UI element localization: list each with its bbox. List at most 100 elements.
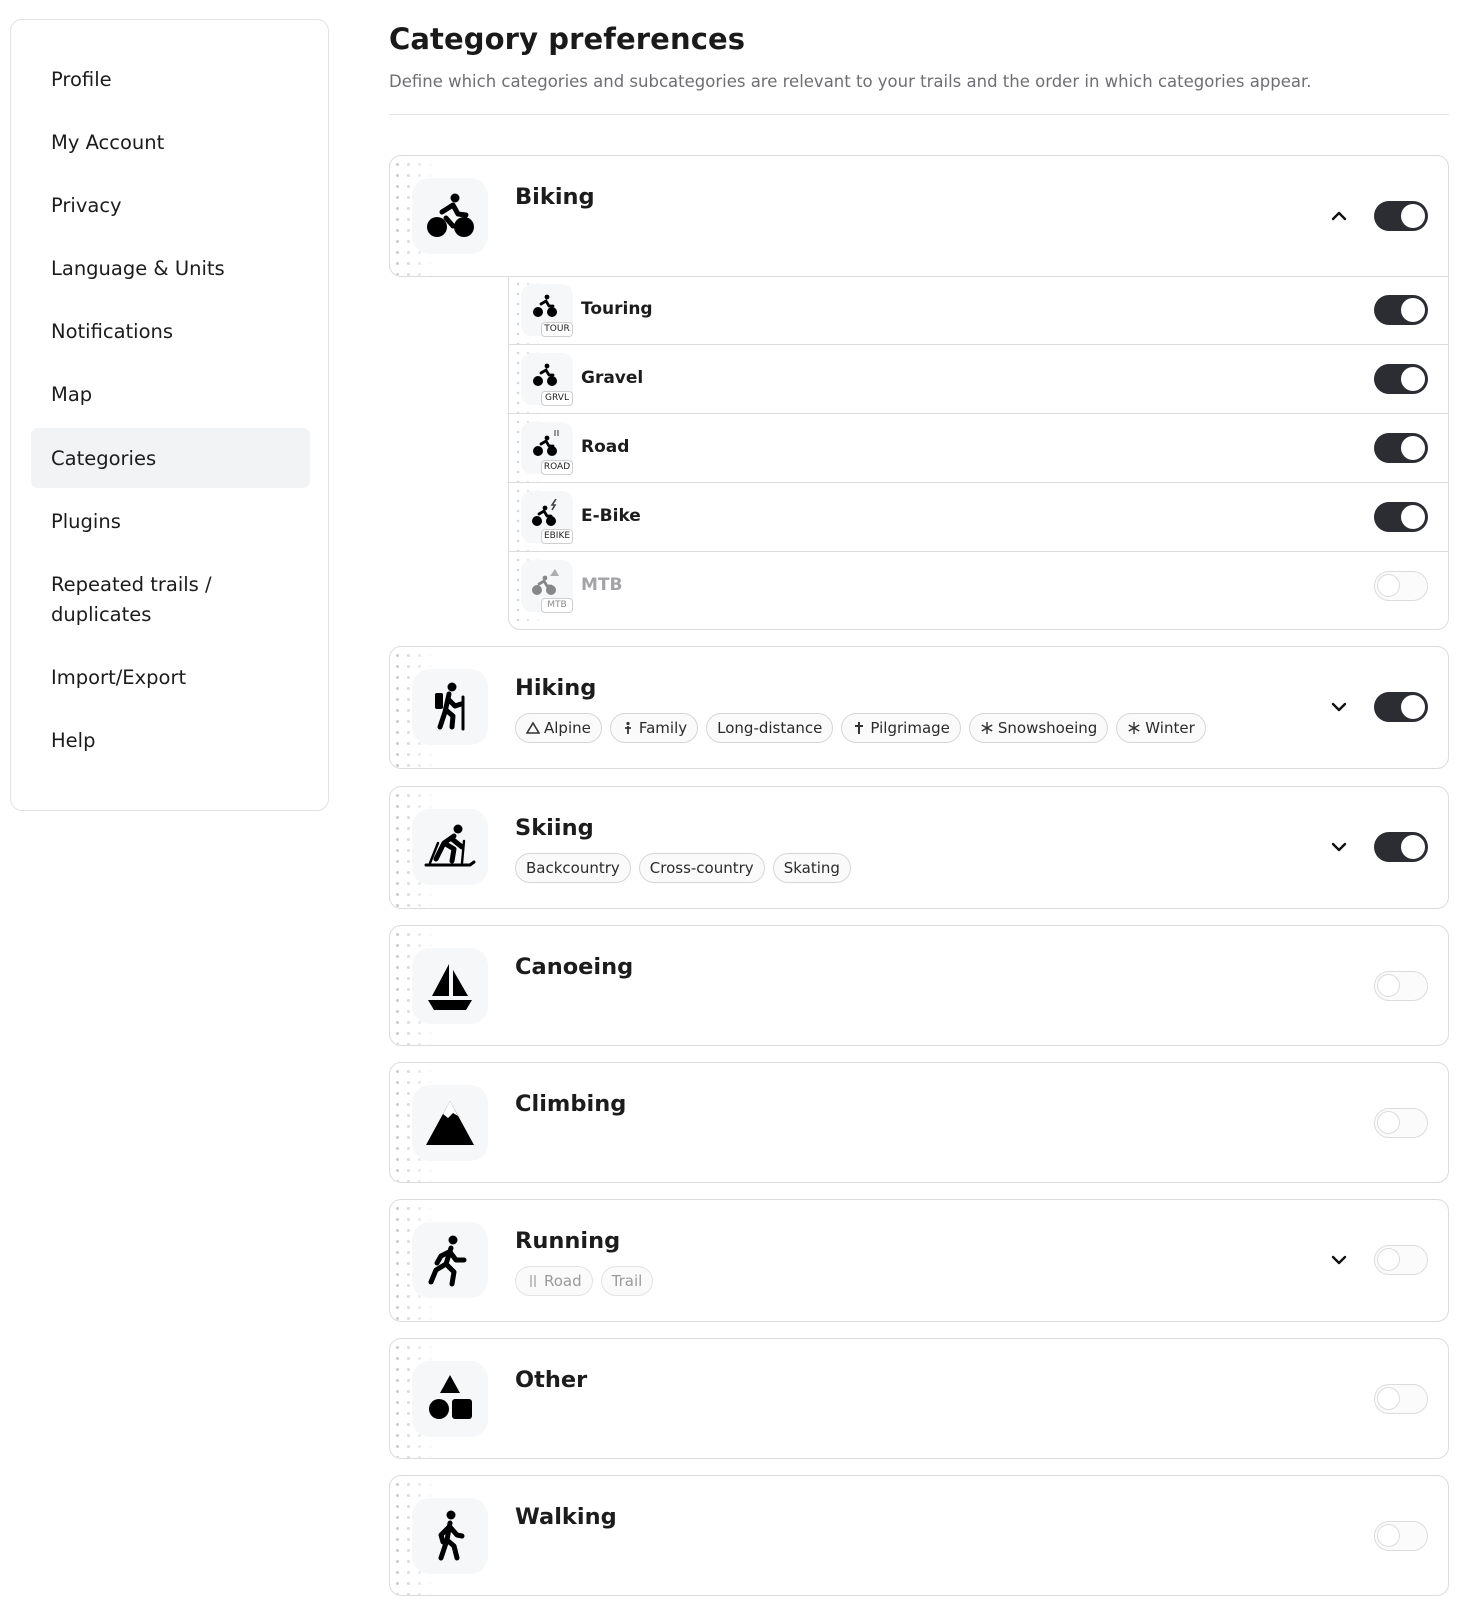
road-icon — [530, 1275, 536, 1287]
subcategory-badge: GRVL — [541, 391, 573, 406]
subcategory-badge: EBIKE — [541, 529, 573, 544]
chip-alpine: Alpine — [515, 713, 602, 743]
subcategory-name: Touring — [581, 299, 653, 319]
chip-cross-country: Cross-country — [638, 853, 765, 883]
sidebar-item-my-account[interactable]: My Account — [31, 111, 310, 174]
sidebar-item-label: Map — [51, 383, 93, 406]
sidebar-item-label: Help — [51, 729, 96, 752]
category-toggle[interactable] — [1374, 1521, 1428, 1551]
sidebar-item-profile[interactable]: Profile — [31, 48, 310, 111]
sidebar-item-privacy[interactable]: Privacy — [31, 174, 310, 237]
subcategory-badge: ROAD — [541, 460, 573, 475]
sidebar-item-label: Repeated trails / duplicates — [51, 572, 212, 626]
settings-sidebar: Profile My Account Privacy Language & Un… — [10, 19, 329, 811]
subcategory-row-ebike: EBIKE E-Bike — [509, 483, 1448, 552]
bike-icon — [412, 178, 488, 254]
chip-snowshoeing: Snowshoeing — [968, 713, 1109, 743]
subcategory-name: Road — [581, 437, 630, 457]
sidebar-item-help[interactable]: Help — [31, 709, 310, 772]
sailboat-icon — [412, 948, 488, 1024]
sidebar-item-label: Categories — [51, 446, 157, 470]
category-card-other: Other — [389, 1338, 1449, 1459]
chip-trail: Trail — [600, 1266, 654, 1296]
subcategory-row-gravel: GRVL Gravel — [509, 345, 1448, 414]
snowflake-icon — [1128, 722, 1140, 734]
subcategory-badge: TOUR — [541, 322, 573, 337]
subcategory-list-biking: TOUR Touring GRVL Gravel ROAD Road EBIKE… — [508, 276, 1449, 630]
subcategory-toggle[interactable] — [1374, 433, 1428, 463]
subcategory-chips: Backcountry Cross-country Skating — [515, 853, 851, 883]
chip-pilgrimage: Pilgrimage — [841, 713, 961, 743]
subcategory-toggle[interactable] — [1374, 364, 1428, 394]
category-toggle[interactable] — [1374, 1245, 1428, 1275]
walker-icon — [412, 1498, 488, 1574]
sidebar-item-label: Privacy — [51, 194, 122, 217]
subcategory-chips: Road Trail — [515, 1266, 654, 1296]
sidebar-item-map[interactable]: Map — [31, 363, 310, 426]
sidebar-item-categories[interactable]: Categories — [31, 428, 310, 488]
category-card-climbing: Climbing — [389, 1062, 1449, 1183]
chip-long-distance: Long-distance — [706, 713, 834, 743]
chevron-down-icon[interactable] — [1327, 1248, 1351, 1272]
sidebar-item-plugins[interactable]: Plugins — [31, 490, 310, 553]
chevron-down-icon[interactable] — [1327, 695, 1351, 719]
category-name: Running — [515, 1228, 621, 1254]
category-card-canoeing: Canoeing — [389, 925, 1449, 1046]
category-name: Other — [515, 1367, 588, 1393]
sidebar-item-label: Profile — [51, 68, 112, 91]
sidebar-item-import-export[interactable]: Import/Export — [31, 646, 310, 709]
category-card-hiking: Hiking Alpine Family Long-distance Pilgr… — [389, 646, 1449, 769]
sidebar-item-label: Import/Export — [51, 666, 187, 689]
category-name: Climbing — [515, 1091, 627, 1117]
chip-road: Road — [515, 1266, 593, 1296]
bike-mtb-icon: MTB — [521, 560, 573, 613]
shapes-icon — [412, 1361, 488, 1437]
bike-touring-icon: TOUR — [521, 284, 573, 337]
subcategory-badge: MTB — [541, 598, 573, 613]
person-icon — [624, 721, 631, 734]
subcategory-chips: Alpine Family Long-distance Pilgrimage S… — [515, 713, 1206, 743]
category-card-running: Running Road Trail — [389, 1199, 1449, 1322]
bike-gravel-icon: GRVL — [521, 353, 573, 406]
sidebar-item-label: Language & Units — [51, 257, 225, 280]
page-title: Category preferences — [389, 22, 746, 56]
chevron-up-icon[interactable] — [1327, 204, 1351, 228]
category-name: Skiing — [515, 815, 594, 841]
sidebar-item-notifications[interactable]: Notifications — [31, 300, 310, 363]
mountain-icon — [412, 1085, 488, 1161]
category-card-walking: Walking — [389, 1475, 1449, 1596]
category-name: Canoeing — [515, 954, 634, 980]
bike-ebike-icon: EBIKE — [521, 491, 573, 544]
category-toggle[interactable] — [1374, 201, 1428, 231]
page-subtitle: Define which categories and subcategorie… — [389, 72, 1312, 91]
subcategory-name: E-Bike — [581, 506, 641, 526]
chip-backcountry: Backcountry — [515, 853, 631, 883]
subcategory-row-touring: TOUR Touring — [509, 276, 1448, 345]
sidebar-item-label: My Account — [51, 131, 165, 154]
cross-icon — [855, 722, 864, 734]
subcategory-name: Gravel — [581, 368, 644, 388]
category-toggle[interactable] — [1374, 1384, 1428, 1414]
skier-icon — [412, 809, 488, 885]
mountain-icon — [526, 721, 540, 734]
subcategory-toggle[interactable] — [1374, 295, 1428, 325]
chevron-down-icon[interactable] — [1327, 835, 1351, 859]
category-name: Walking — [515, 1504, 617, 1530]
category-toggle[interactable] — [1374, 1108, 1428, 1138]
subcategory-name: MTB — [581, 575, 623, 595]
subcategory-toggle[interactable] — [1374, 571, 1428, 601]
category-toggle[interactable] — [1374, 832, 1428, 862]
runner-icon — [412, 1222, 488, 1298]
category-toggle[interactable] — [1374, 971, 1428, 1001]
category-toggle[interactable] — [1374, 692, 1428, 722]
subcategory-row-mtb: MTB MTB — [509, 552, 1448, 621]
sidebar-item-label: Notifications — [51, 320, 174, 343]
snowflake-icon — [981, 722, 993, 734]
divider — [389, 114, 1449, 115]
subcategory-toggle[interactable] — [1374, 502, 1428, 532]
sidebar-item-repeated-trails[interactable]: Repeated trails / duplicates — [31, 553, 310, 646]
sidebar-item-language-units[interactable]: Language & Units — [31, 237, 310, 300]
chip-family: Family — [609, 713, 699, 743]
category-name: Hiking — [515, 675, 597, 701]
category-card-biking: Biking — [389, 155, 1449, 277]
